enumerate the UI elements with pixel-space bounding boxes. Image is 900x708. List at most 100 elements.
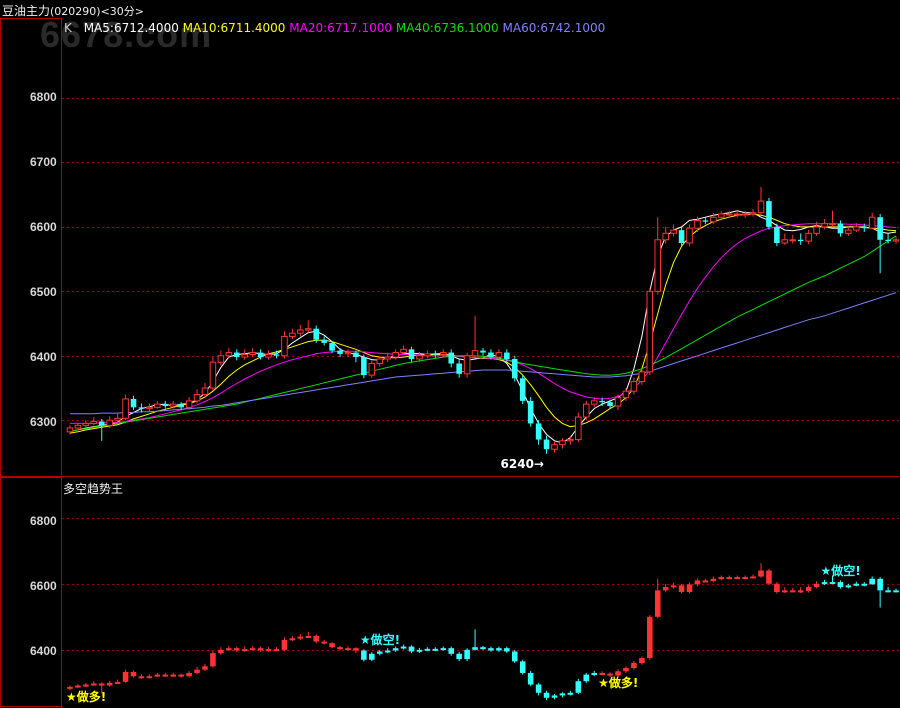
- trend-bar: [392, 648, 399, 651]
- trend-bar: [384, 650, 391, 653]
- trend-bar: [797, 590, 804, 593]
- main-y-tick-6700: 6700: [30, 155, 57, 169]
- ma10-legend: MA10:6711.4000: [182, 21, 286, 35]
- candle-body-up: [209, 361, 217, 389]
- legend-prefix: K: [64, 21, 72, 35]
- trend-bar: [694, 580, 701, 585]
- candle-body-down: [519, 378, 526, 401]
- symbol-name: 豆油主力: [2, 4, 51, 18]
- trend-bar: [766, 570, 772, 584]
- trend-bar: [758, 570, 764, 577]
- trend-bar: [670, 585, 677, 588]
- candle-body-down: [511, 359, 518, 379]
- candle-body-up: [154, 403, 161, 408]
- candle-body-up: [66, 427, 74, 433]
- trend-bar: [138, 676, 145, 679]
- candle-body-up: [694, 219, 701, 229]
- trend-bar: [639, 658, 645, 664]
- candle-body-up: [781, 239, 789, 244]
- trend-bar: [575, 681, 582, 693]
- trend-bar: [154, 674, 161, 677]
- candle-body-down: [504, 352, 510, 359]
- trend-bar: [519, 661, 526, 673]
- candle-body-up: [805, 232, 812, 242]
- candlestick-chart[interactable]: [0, 0, 900, 708]
- candle-body-down: [766, 201, 772, 227]
- trend-bar: [877, 578, 883, 591]
- trend-bar: [750, 576, 756, 579]
- candle-body-up: [638, 371, 646, 383]
- candle-body-up: [710, 216, 717, 223]
- trend-bar: [448, 648, 455, 654]
- trend-bar: [837, 582, 844, 588]
- trend-bar: [376, 651, 383, 654]
- trend-bar: [226, 648, 232, 651]
- candle-body-down: [178, 404, 184, 408]
- candle-body-up: [718, 213, 725, 218]
- trend-bar: [408, 646, 415, 652]
- candle-body-down: [257, 352, 264, 358]
- sub-y-tick-6800: 6800: [30, 514, 57, 528]
- trend-bar: [98, 683, 105, 686]
- main-y-tick-6600: 6600: [30, 220, 57, 234]
- candle-body-up: [813, 226, 820, 234]
- trend-bar: [488, 648, 494, 651]
- candle-body-down: [488, 352, 494, 358]
- ma20-line: [70, 223, 897, 424]
- candle-body-up: [122, 398, 129, 419]
- trend-bar: [678, 585, 685, 592]
- trend-bar: [551, 695, 558, 698]
- candle-body-up: [749, 212, 757, 215]
- trend-bar: [91, 683, 97, 686]
- candle-body-down: [313, 328, 319, 340]
- trend-bar: [885, 590, 891, 593]
- trend-bar: [472, 647, 478, 650]
- main-y-tick-6800: 6800: [30, 90, 57, 104]
- candle-body-up: [582, 403, 590, 418]
- low-price-marker: 6240→: [500, 456, 544, 471]
- trend-bar: [504, 648, 510, 652]
- trend-bar: [861, 583, 868, 586]
- trend-bar: [813, 583, 820, 588]
- candle-body-up: [392, 352, 399, 358]
- candle-body-up: [495, 352, 503, 358]
- candle-body-up: [821, 223, 828, 228]
- trend-bar: [162, 674, 169, 677]
- trend-bar: [218, 649, 224, 654]
- trend-bar: [464, 649, 470, 660]
- trend-bar: [369, 653, 375, 660]
- candle-body-up: [146, 406, 153, 410]
- trend-bar: [194, 669, 200, 673]
- candle-body-up: [670, 229, 677, 234]
- candle-body-up: [201, 387, 209, 395]
- trend-bar: [289, 638, 296, 641]
- candle-body-down: [432, 353, 439, 355]
- candle-body-up: [297, 329, 304, 334]
- candle-body-down: [702, 220, 709, 222]
- candle-body-up: [376, 358, 384, 365]
- candle-body-down: [885, 239, 891, 242]
- trend-bar: [710, 578, 717, 582]
- signal-short: ★做空!: [820, 563, 861, 578]
- trend-bar: [265, 649, 272, 652]
- trend-bar: [853, 583, 860, 586]
- candle-body-up: [265, 353, 272, 358]
- candle-body-up: [614, 397, 622, 407]
- candle-body-up: [169, 403, 177, 407]
- candle-body-down: [861, 226, 868, 229]
- trend-bar: [774, 583, 780, 592]
- candle-body-down: [535, 423, 542, 440]
- candle-body-down: [877, 217, 883, 240]
- trend-bar: [726, 577, 733, 580]
- candle-body-up: [368, 363, 376, 376]
- trend-bar: [297, 636, 304, 639]
- candle-body-up: [567, 439, 574, 442]
- candle-body-down: [527, 400, 534, 424]
- candle-body-up: [344, 352, 352, 355]
- trend-bar: [241, 649, 248, 652]
- candle-body-up: [725, 213, 733, 216]
- trend-bar: [829, 582, 836, 585]
- trend-bar: [511, 651, 518, 662]
- trend-bar: [353, 648, 359, 651]
- trend-bar: [543, 692, 550, 698]
